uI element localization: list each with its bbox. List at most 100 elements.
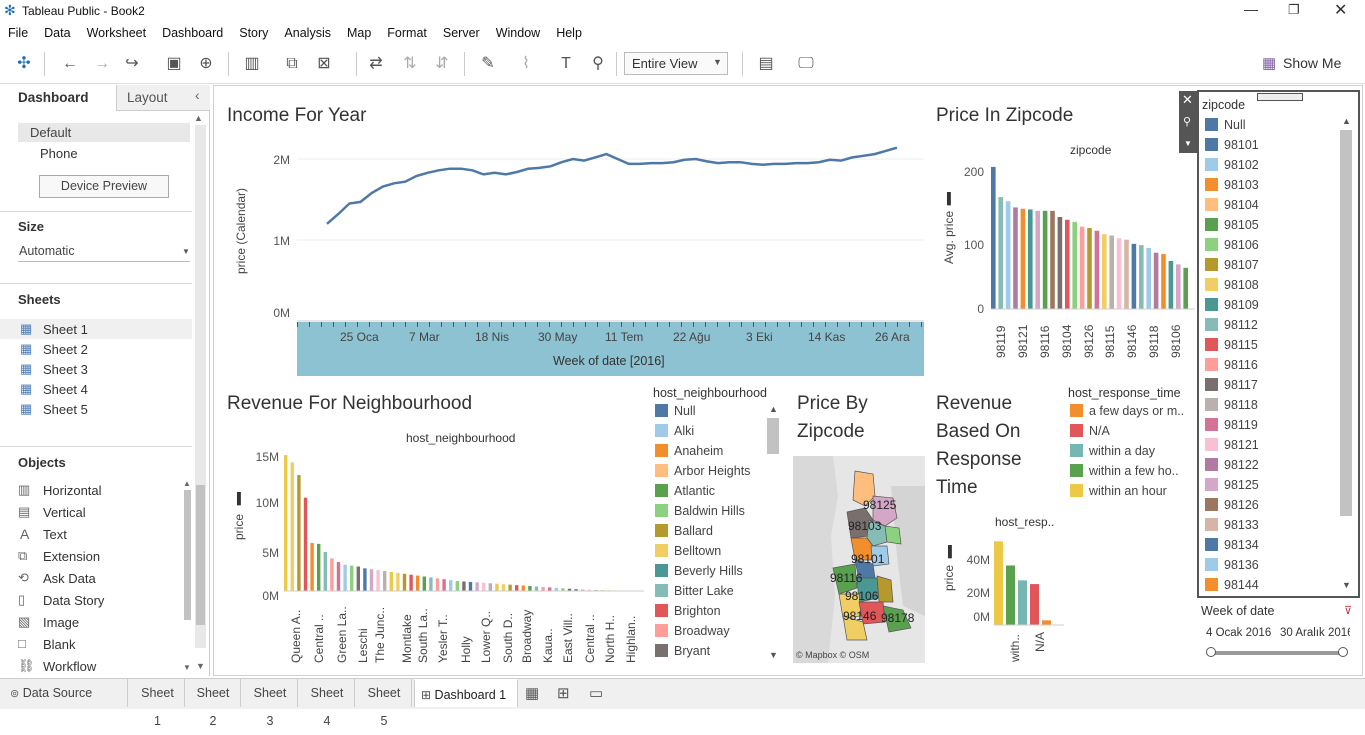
neighbourhood-legend-scroll-thumb[interactable]	[767, 418, 779, 454]
object-data-story[interactable]: Data Story	[43, 593, 104, 608]
bar[interactable]	[462, 581, 466, 591]
legend-item[interactable]: 98106	[1205, 238, 1259, 258]
bar[interactable]	[455, 581, 459, 591]
bar[interactable]	[482, 582, 486, 591]
bar[interactable]	[1146, 247, 1151, 309]
sheet-item-label[interactable]: Sheet 4	[43, 382, 88, 397]
menu-data[interactable]: Data	[36, 22, 78, 40]
legend-item[interactable]: Bryant	[655, 644, 710, 664]
bar[interactable]	[548, 587, 552, 591]
device-default[interactable]: Default	[18, 123, 190, 142]
legend-item[interactable]: 98105	[1205, 218, 1259, 238]
legend-item[interactable]: Bitter Lake	[655, 584, 734, 604]
legend-item[interactable]: Null	[655, 404, 696, 424]
sheet-item-label[interactable]: Sheet 2	[43, 342, 88, 357]
tableau-home-icon[interactable]: ✣	[14, 54, 34, 74]
tab-sheet-4[interactable]: Sheet 4	[300, 679, 355, 728]
object-ask-data[interactable]: Ask Data	[43, 571, 96, 586]
clear-sheet-icon[interactable]: ⊠	[314, 54, 334, 74]
bar[interactable]	[521, 585, 525, 591]
bar[interactable]	[303, 497, 308, 591]
bar[interactable]	[1139, 245, 1144, 309]
legend-item[interactable]: 98103	[1205, 178, 1259, 198]
device-preview-button[interactable]: Device Preview	[39, 175, 169, 198]
legend-item[interactable]: 98121	[1205, 438, 1259, 458]
bar[interactable]	[383, 571, 387, 591]
bar[interactable]	[1028, 209, 1033, 309]
date-slider-start-handle[interactable]	[1206, 647, 1216, 657]
object-horizontal[interactable]: Horizontal	[43, 483, 102, 498]
legend-item[interactable]: Brighton	[655, 604, 721, 624]
object-image[interactable]: Image	[43, 615, 79, 630]
bar[interactable]	[310, 542, 314, 591]
bar[interactable]	[528, 586, 532, 591]
date-slider-end-handle[interactable]	[1338, 647, 1348, 657]
tab-data-source[interactable]: ⊚ Data Source	[0, 679, 128, 707]
bar[interactable]	[376, 570, 380, 591]
legend-menu-icon[interactable]: ▼	[1184, 139, 1192, 148]
bar[interactable]	[1153, 252, 1159, 309]
fix-axes-icon[interactable]: ⚲	[588, 54, 608, 74]
bar[interactable]	[1168, 260, 1174, 309]
object-workflow[interactable]: Workflow	[43, 659, 96, 674]
bar[interactable]	[991, 166, 996, 309]
bar[interactable]	[1035, 210, 1040, 309]
bar[interactable]	[1065, 219, 1070, 309]
bar[interactable]	[323, 552, 327, 591]
sheet-item-label[interactable]: Sheet 1	[43, 322, 88, 337]
duplicate-sheet-icon[interactable]: ⧉	[282, 54, 302, 74]
bar[interactable]	[1124, 239, 1129, 309]
legend-item[interactable]: a few days or m..	[1070, 404, 1184, 424]
scroll-up-icon[interactable]: ▲	[769, 404, 778, 414]
pin-icon[interactable]: ⚲	[1183, 115, 1191, 128]
presentation-mode-icon[interactable]: 🖵	[796, 54, 816, 74]
new-data-source-icon[interactable]: ⊕	[196, 54, 216, 74]
new-story-icon[interactable]: ▭	[589, 684, 603, 702]
bar[interactable]	[1109, 235, 1114, 309]
bar[interactable]	[1050, 210, 1055, 309]
bar[interactable]	[449, 580, 453, 591]
size-select[interactable]: Automatic ▼	[18, 242, 190, 262]
bar[interactable]	[534, 586, 539, 591]
zipcode-map[interactable]: 98125 98103 98101 98116 98106 98146 9817…	[793, 456, 925, 663]
bar[interactable]	[429, 577, 433, 591]
bar[interactable]	[416, 575, 420, 591]
legend-item[interactable]: within a few ho..	[1070, 464, 1179, 484]
bar[interactable]	[1094, 230, 1100, 309]
bar[interactable]	[468, 581, 473, 591]
swap-rows-columns-icon[interactable]: ⇄	[366, 54, 386, 74]
bar[interactable]	[541, 586, 545, 591]
bar[interactable]	[1102, 234, 1107, 309]
bar[interactable]	[389, 571, 393, 591]
tab-sheet-1[interactable]: Sheet 1	[131, 679, 185, 728]
sort-icon[interactable]: ▐	[233, 493, 241, 505]
legend-item[interactable]: 98104	[1205, 198, 1259, 218]
menu-dashboard[interactable]: Dashboard	[154, 22, 231, 40]
bar[interactable]	[1116, 238, 1122, 309]
bar[interactable]	[396, 572, 400, 591]
object-blank[interactable]: Blank	[43, 637, 76, 652]
bar[interactable]	[1183, 267, 1188, 309]
date-range-slider[interactable]	[1210, 651, 1344, 655]
remove-legend-icon[interactable]: ✕	[1182, 92, 1193, 108]
bar[interactable]	[495, 583, 499, 591]
bar[interactable]	[1042, 620, 1051, 625]
sort-icon[interactable]: ▐	[943, 193, 951, 205]
bar[interactable]	[356, 566, 360, 591]
undo-icon[interactable]: ←	[60, 54, 80, 74]
legend-item[interactable]: 98108	[1205, 278, 1259, 298]
legend-item[interactable]: 98109	[1205, 298, 1259, 318]
scroll-down-icon[interactable]: ▼	[183, 663, 191, 672]
menu-worksheet[interactable]: Worksheet	[79, 22, 155, 40]
bar[interactable]	[290, 462, 294, 591]
bar[interactable]	[422, 576, 426, 592]
menu-format[interactable]: Format	[379, 22, 435, 40]
device-phone[interactable]: Phone	[40, 146, 78, 161]
income-x-axis[interactable]: 25 Oca 7 Mar 18 Nis 30 May 11 Tem 22 Ağu…	[297, 322, 924, 376]
bar[interactable]	[994, 541, 1003, 625]
legend-item[interactable]: within an hour	[1070, 484, 1167, 504]
legend-item[interactable]: Ballard	[655, 524, 713, 544]
legend-item[interactable]: 98115	[1205, 338, 1258, 358]
bar[interactable]	[1131, 243, 1137, 309]
bar[interactable]	[1087, 228, 1092, 309]
